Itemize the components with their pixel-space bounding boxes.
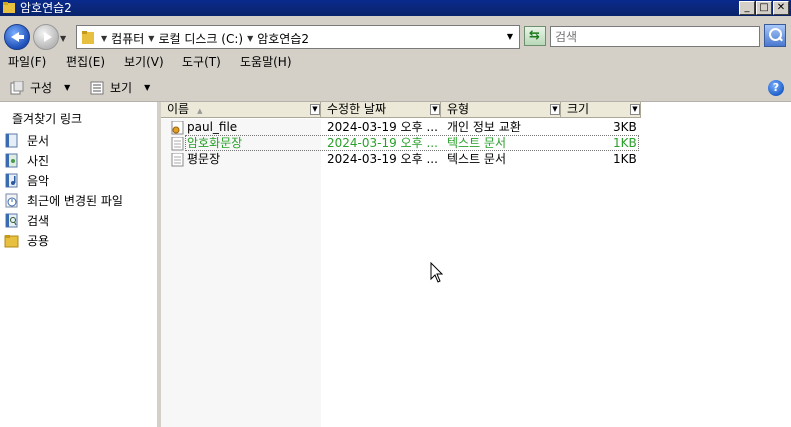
sort-ascending-icon: ▲	[197, 107, 203, 115]
file-name: 암호화문장	[187, 136, 243, 150]
recent-pages-dropdown[interactable]: ▼	[60, 34, 66, 43]
nav-item-label: 음악	[27, 174, 50, 188]
address-history-dropdown[interactable]: ▼	[507, 32, 513, 41]
folder-icon	[82, 31, 94, 44]
chevron-down-icon[interactable]: ▼	[550, 104, 560, 115]
file-size: 1KB	[613, 152, 637, 166]
file-row[interactable]: paul_file 2024-03-19 오후 ... 개인 정보 교환 3KB	[161, 119, 639, 135]
command-bar: 구성 ▼ 보기 ▼ ?	[0, 72, 791, 102]
nav-item-recent-files[interactable]: 최근에 변경된 파일	[4, 192, 123, 209]
search-box[interactable]	[550, 26, 760, 47]
nav-item-label: 공용	[27, 234, 50, 248]
file-size: 3KB	[613, 120, 637, 134]
nav-item-documents[interactable]: 문서	[4, 132, 49, 149]
column-header-size[interactable]: 크기 ▼	[561, 102, 641, 118]
column-header-label: 수정한 날짜	[327, 102, 387, 116]
refresh-button[interactable]: ⇆	[524, 26, 546, 46]
folder-icon	[3, 2, 15, 13]
pictures-icon	[5, 153, 18, 168]
views-icon	[90, 81, 104, 94]
chevron-down-icon[interactable]: ▼	[310, 104, 320, 115]
organize-button[interactable]: 구성 ▼	[10, 79, 70, 96]
nav-item-label: 검색	[27, 214, 50, 228]
search-folder-icon	[5, 213, 18, 228]
help-icon[interactable]: ?	[768, 80, 784, 96]
refresh-icon: ⇆	[529, 28, 540, 43]
address-bar[interactable]: ▼ 컴퓨터 ▼ 로컬 디스크 (C:) ▼ 암호연습2 ▼	[76, 25, 520, 49]
chevron-down-icon[interactable]: ▼	[430, 104, 440, 115]
column-header-label: 크기	[567, 102, 590, 116]
column-header-name[interactable]: 이름 ▲ ▼	[161, 102, 321, 118]
nav-item-label: 최근에 변경된 파일	[27, 194, 123, 208]
column-header-label: 이름	[167, 102, 190, 116]
column-header-type[interactable]: 유형 ▼	[441, 102, 561, 118]
documents-icon	[5, 133, 18, 148]
certificate-file-icon	[171, 121, 184, 135]
nav-item-label: 문서	[27, 134, 50, 148]
window-title: 암호연습2	[20, 1, 72, 15]
file-type: 텍스트 문서	[447, 136, 507, 150]
views-button[interactable]: 보기 ▼	[90, 79, 150, 96]
views-label: 보기	[110, 81, 133, 95]
nav-item-public[interactable]: 공용	[4, 232, 49, 249]
file-date: 2024-03-19 오후 ...	[327, 136, 438, 150]
file-date: 2024-03-19 오후 ...	[327, 120, 438, 134]
favorite-links-header: 즐겨찾기 링크	[12, 112, 83, 126]
mouse-cursor-icon	[430, 262, 444, 283]
file-date: 2024-03-19 오후 ...	[327, 152, 438, 166]
file-size: 1KB	[613, 136, 637, 150]
text-file-icon	[171, 137, 184, 151]
public-folder-icon	[4, 235, 19, 248]
organize-icon	[10, 80, 24, 94]
maximize-button[interactable]: □	[756, 1, 772, 15]
menu-view[interactable]: 보기(V)	[124, 55, 164, 70]
search-button[interactable]	[764, 24, 786, 47]
close-button[interactable]: ✕	[773, 1, 789, 15]
music-icon	[5, 173, 18, 188]
file-type: 개인 정보 교환	[447, 120, 521, 134]
navigation-pane: 즐겨찾기 링크 문서 사진 음악 최근에 변경된 파일 검색 공용	[0, 102, 157, 427]
file-list: 이름 ▲ ▼ 수정한 날짜 ▼ 유형 ▼ 크기 ▼ paul_file 2024-…	[161, 102, 791, 427]
nav-item-searches[interactable]: 검색	[4, 212, 49, 229]
breadcrumb-local-disk[interactable]: 로컬 디스크 (C:)	[158, 30, 243, 47]
chevron-down-icon[interactable]: ▼	[247, 34, 253, 43]
chevron-down-icon: ▼	[144, 83, 151, 92]
chevron-down-icon: ▼	[64, 83, 71, 92]
column-header-date[interactable]: 수정한 날짜 ▼	[321, 102, 441, 118]
file-name: paul_file	[187, 120, 238, 134]
breadcrumb-computer[interactable]: 컴퓨터	[111, 30, 144, 47]
nav-item-label: 사진	[27, 154, 50, 168]
organize-label: 구성	[30, 81, 53, 95]
recent-files-icon	[5, 193, 18, 208]
nav-item-pictures[interactable]: 사진	[4, 152, 49, 169]
forward-button[interactable]	[33, 24, 59, 50]
file-name: 평문장	[187, 152, 221, 166]
minimize-button[interactable]: _	[739, 1, 755, 15]
column-header-label: 유형	[447, 102, 470, 116]
chevron-down-icon[interactable]: ▼	[630, 104, 640, 115]
title-bar: 암호연습2 _ □ ✕	[0, 0, 791, 16]
search-input[interactable]	[551, 27, 759, 46]
menu-help[interactable]: 도움말(H)	[240, 55, 292, 70]
menu-file[interactable]: 파일(F)	[8, 55, 46, 70]
menu-bar: 파일(F) 편집(E) 보기(V) 도구(T) 도움말(H)	[0, 54, 791, 72]
file-row-selected[interactable]: 암호화문장 2024-03-19 오후 ... 텍스트 문서 1KB	[161, 135, 639, 151]
breadcrumb-current-folder[interactable]: 암호연습2	[257, 30, 309, 47]
nav-item-music[interactable]: 음악	[4, 172, 49, 189]
address-row: ▼ ▼ 컴퓨터 ▼ 로컬 디스크 (C:) ▼ 암호연습2 ▼ ⇆	[0, 16, 791, 54]
chevron-down-icon[interactable]: ▼	[148, 34, 154, 43]
text-file-icon	[171, 153, 184, 167]
menu-tools[interactable]: 도구(T)	[182, 55, 221, 70]
file-type: 텍스트 문서	[447, 152, 507, 166]
back-button[interactable]	[4, 24, 30, 50]
menu-edit[interactable]: 편집(E)	[66, 55, 105, 70]
file-row[interactable]: 평문장 2024-03-19 오후 ... 텍스트 문서 1KB	[161, 151, 639, 167]
chevron-down-icon[interactable]: ▼	[101, 34, 107, 43]
